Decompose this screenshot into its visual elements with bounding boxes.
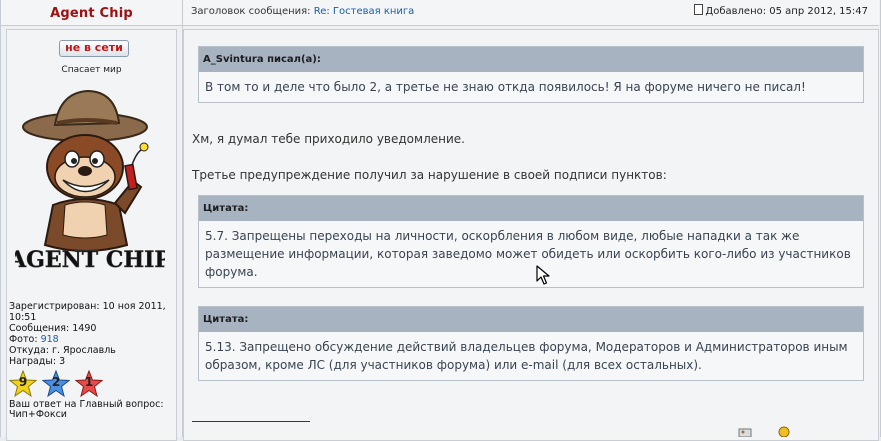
messages-row: Сообщения: 1490	[9, 323, 97, 334]
quote-text: 5.13. Запрещено обсуждение действий влад…	[205, 340, 848, 372]
from-row: Откуда: г. Ярославль	[9, 345, 116, 356]
post-content: Заголовок сообщения: Re: Гостевая книга …	[183, 0, 879, 441]
post-subject-link[interactable]: Re: Гостевая книга	[314, 6, 415, 17]
quote-text: В том то и деле что было 2, а третье не …	[205, 80, 806, 94]
signature-divider	[192, 421, 310, 422]
registered-row: Зарегистрирован: 10 ноя 2011, 10:51	[9, 301, 166, 323]
avatar-caption: AGENT CHIP	[15, 247, 165, 273]
quote-block: A_Svintura писал(а): В том то и деле что…	[198, 46, 864, 103]
online-status-badge: не в сети	[59, 40, 129, 57]
awards-row: Награды: 3	[9, 356, 66, 367]
post-document-icon[interactable]	[694, 4, 704, 15]
author-username[interactable]: Agent Chip	[50, 6, 133, 21]
post-paragraph: Хм, я думал тебе приходило уведомление.	[192, 132, 465, 146]
awards-list: 9 2 1	[9, 370, 119, 398]
photos-link[interactable]: 918	[41, 334, 59, 345]
author-profile-box: не в сети Спасает мир AGENT CHIP Зарегис…	[6, 29, 177, 441]
quote-header: Цитата:	[199, 307, 863, 332]
avatar: AGENT CHIP	[15, 89, 165, 273]
quote-reply-icon[interactable]	[777, 426, 791, 437]
award-star-icon[interactable]: 9	[9, 370, 37, 398]
award-star-icon[interactable]: 2	[42, 370, 70, 398]
post-body: A_Svintura писал(а): В том то и деле что…	[183, 29, 879, 441]
answer-info: Ваш ответ на Главный вопрос: Чип+Фокси	[9, 400, 174, 420]
post-paragraph: Третье предупреждение получил за нарушен…	[192, 168, 667, 182]
quote-block: Цитата: 5.13. Запрещено обсуждение дейст…	[198, 306, 864, 381]
award-star-icon[interactable]: 1	[75, 370, 103, 398]
profile-icon[interactable]	[738, 426, 752, 437]
quote-header: A_Svintura писал(а):	[199, 47, 863, 72]
quote-text: 5.7. Запрещены переходы на личности, оск…	[205, 229, 851, 279]
user-title: Спасает мир	[61, 65, 122, 75]
answer-value: Чип+Фокси	[9, 409, 67, 420]
author-sidebar: Agent Chip не в сети Спасает мир AGENT C…	[1, 0, 183, 441]
post-date: Добавлено: 05 апр 2012, 15:47	[694, 0, 868, 24]
post-header: Заголовок сообщения: Re: Гостевая книга …	[183, 0, 879, 26]
photos-row: Фото: 918	[9, 334, 59, 345]
profile-info: Зарегистрирован: 10 ноя 2011, 10:51 Сооб…	[9, 301, 174, 367]
author-header: Agent Chip	[1, 0, 182, 26]
post-subject: Заголовок сообщения: Re: Гостевая книга	[191, 6, 415, 17]
quote-block: Цитата: 5.7. Запрещены переходы на лично…	[198, 195, 864, 288]
quote-header: Цитата:	[199, 196, 863, 221]
mouse-cursor-icon	[536, 265, 550, 285]
